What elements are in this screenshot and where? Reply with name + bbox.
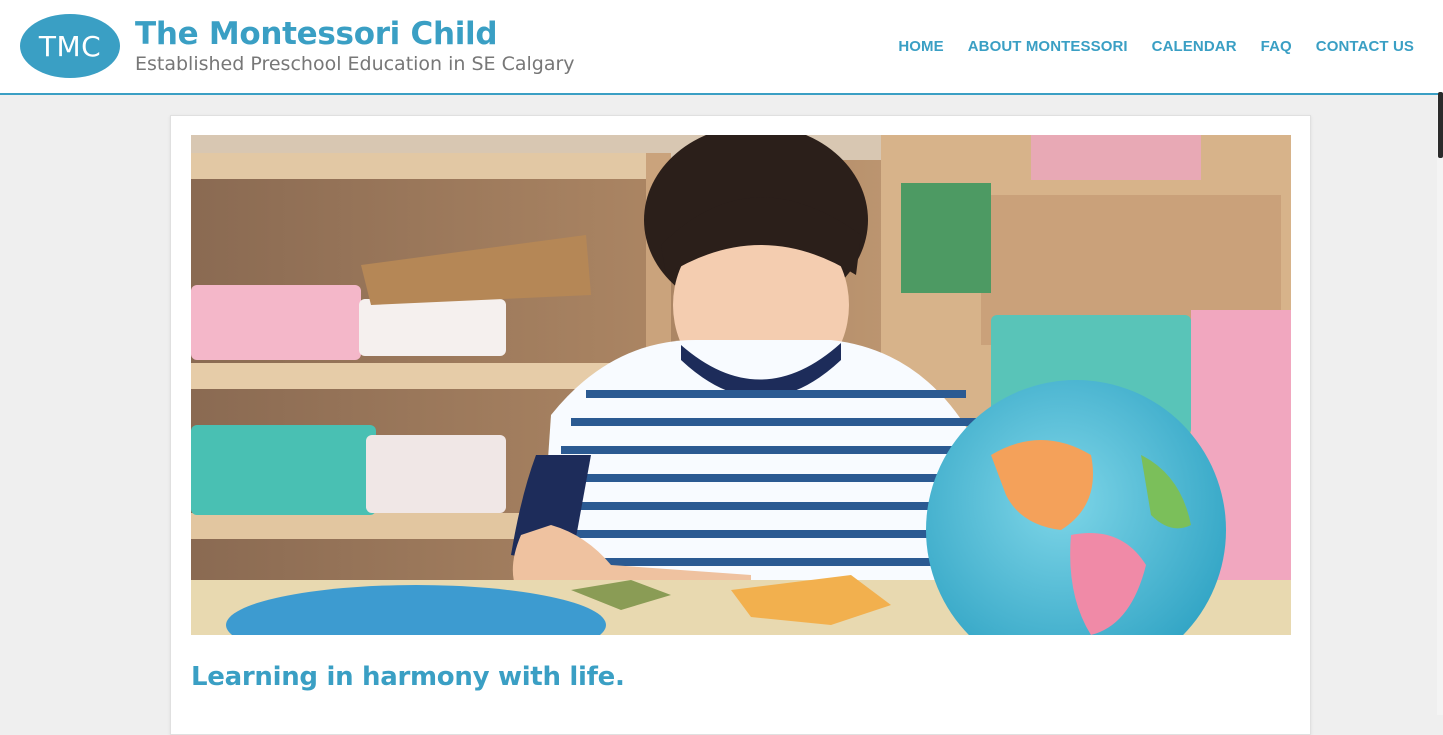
main-nav: HOME ABOUT MONTESSORI CALENDAR FAQ CONTA…	[898, 37, 1414, 57]
child-with-globe-puzzle-photo	[191, 135, 1291, 635]
scrollbar-track[interactable]	[1437, 95, 1443, 715]
content-card: Learning in harmony with life.	[170, 115, 1311, 735]
site-tagline: Established Preschool Education in SE Ca…	[135, 52, 575, 75]
home-logo-link[interactable]: TMC The Montessori Child Established Pre…	[20, 14, 575, 78]
nav-item-faq[interactable]: FAQ	[1261, 37, 1292, 57]
page-headline: Learning in harmony with life.	[191, 662, 625, 692]
site-title: The Montessori Child	[135, 15, 498, 52]
scrollbar-thumb[interactable]	[1438, 92, 1443, 158]
nav-item-home[interactable]: HOME	[898, 37, 943, 57]
nav-item-about-montessori[interactable]: ABOUT MONTESSORI	[968, 37, 1128, 57]
site-header: TMC The Montessori Child Established Pre…	[0, 0, 1443, 95]
nav-item-calendar[interactable]: CALENDAR	[1152, 37, 1237, 57]
brand: The Montessori Child Established Prescho…	[135, 17, 575, 76]
nav-item-contact-us[interactable]: CONTACT US	[1316, 37, 1414, 57]
logo-badge: TMC	[20, 14, 120, 78]
logo-text: TMC	[38, 29, 102, 63]
hero-image	[191, 135, 1291, 635]
